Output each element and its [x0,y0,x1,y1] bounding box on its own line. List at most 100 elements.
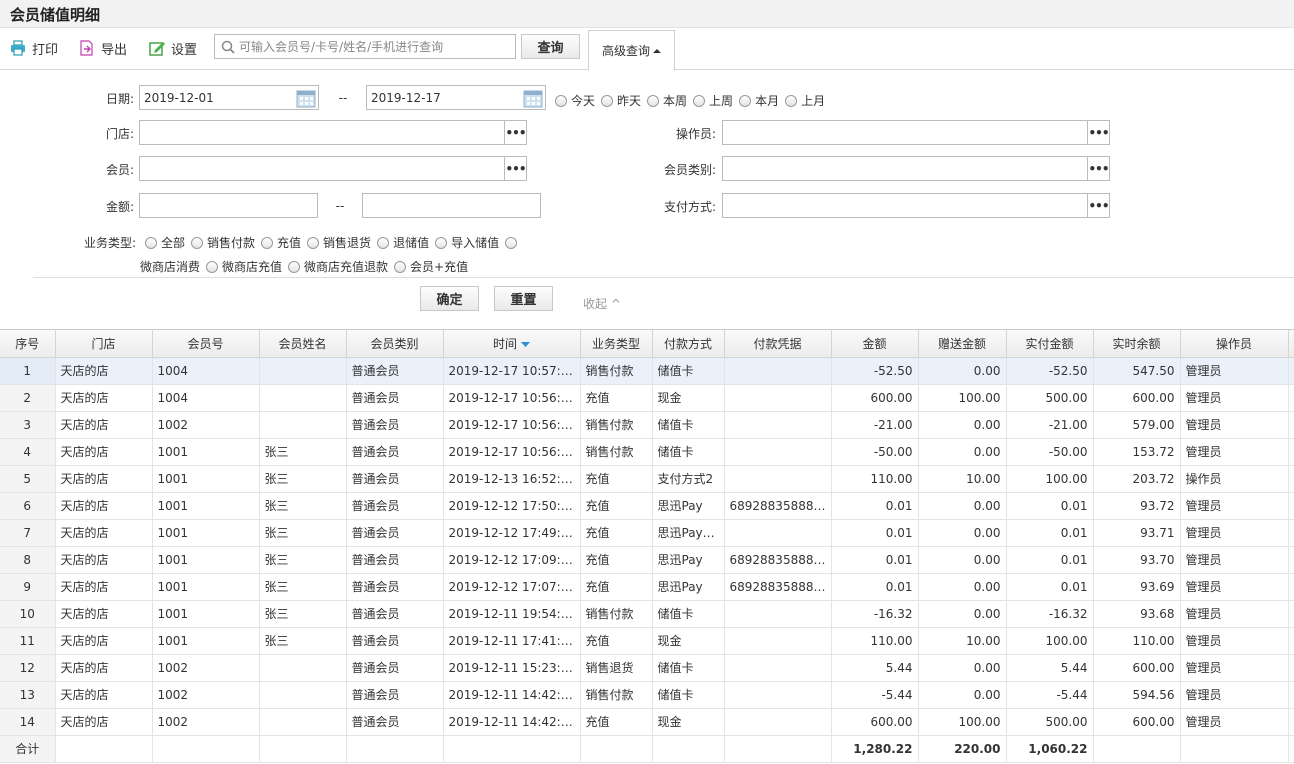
table-cell: 2019-12-11 17:41:53 [443,627,581,655]
table-cell: 现金 [652,627,725,655]
table-cell: 1,060.22 [1006,735,1094,763]
table-total-row[interactable]: 合计 1,280.22 220.00 1,060.22 [0,735,1294,763]
column-header[interactable]: 序号 [0,330,56,358]
table-row[interactable]: 13 天店的店 1002 普通会员 2019-12-11 14:42:10 销售付款 储值卡… [0,681,1294,709]
title-bar: 会员储值明细 [0,0,1294,28]
table-cell: 0.01 [831,519,919,547]
search-input[interactable] [239,39,515,54]
table-row[interactable]: 10 天店的店 1001 张三 普通会员 2019-12-11 19:54:20 销售付款储… [0,600,1294,628]
biz-type-all[interactable]: 全部 [145,234,185,251]
date-separator: -- [338,91,348,105]
table-cell [346,735,444,763]
table-cell: 充值 [580,519,653,547]
column-header[interactable]: 业务类型 [580,330,653,358]
quick-date-today[interactable]: 今天 [555,92,595,109]
table-row[interactable]: 3 天店的店 1002 普通会员 2019-12-17 10:56:21 销售付款 储值卡 -… [0,411,1294,439]
table-cell: 0.01 [831,573,919,601]
payment-method-picker-button[interactable]: ••• [1087,193,1110,218]
column-header[interactable]: 付款方式 [652,330,725,358]
operator-input[interactable] [722,120,1088,145]
date-from-value: 2019-12-01 [144,90,214,105]
table-cell: 7 [0,519,56,547]
reset-button[interactable]: 重置 [494,286,553,311]
quick-date-last-month[interactable]: 上月 [785,92,825,109]
table-cell [652,735,725,763]
table-cell: -21.00 [1006,411,1094,439]
settings-button[interactable]: 设置 [149,38,197,58]
sort-desc-icon[interactable] [521,341,530,348]
table-cell: 0.01 [1006,573,1094,601]
payment-method-input[interactable] [722,193,1088,218]
biz-type-wechat-recharge-refund[interactable]: 微商店充值退款 [288,258,388,275]
biz-type-refund-stored[interactable]: 退储值 [377,234,429,251]
quick-date-yesterday[interactable]: 昨天 [601,92,641,109]
table-row[interactable]: 7 天店的店 1001 张三 普通会员 2019-12-12 17:49:58 充值 思迅Pa… [0,519,1294,547]
table-cell: 普通会员 [346,573,444,601]
table-cell: 普通会员 [346,357,444,385]
member-type-input[interactable] [722,156,1088,181]
column-header[interactable]: 时间 [443,330,581,358]
calendar-icon[interactable] [523,88,543,108]
table-cell: 1004 [152,384,260,412]
amount-from-input[interactable] [139,193,318,218]
date-from-input[interactable]: 2019-12-01 [139,85,319,110]
table-row[interactable]: 5 天店的店 1001 张三 普通会员 2019-12-13 16:52:39 充值 支付方式… [0,465,1294,493]
confirm-button[interactable]: 确定 [420,286,479,311]
column-header[interactable]: 会员号 [152,330,260,358]
member-type-picker-button[interactable]: ••• [1087,156,1110,181]
column-header[interactable]: 实时余额 [1093,330,1181,358]
member-picker-button[interactable]: ••• [504,156,527,181]
table-row[interactable]: 6 天店的店 1001 张三 普通会员 2019-12-12 17:50:39 充值 思迅Pa… [0,492,1294,520]
table-cell: 1002 [152,681,260,709]
table-cell: 管理员 [1180,708,1289,736]
amount-separator: -- [335,199,345,213]
column-header[interactable]: 赠送金额 [918,330,1007,358]
quick-date-this-month[interactable]: 本月 [739,92,779,109]
table-row[interactable]: 8 天店的店 1001 张三 普通会员 2019-12-12 17:09:53 充值 思迅Pa… [0,546,1294,574]
amount-to-input[interactable] [362,193,541,218]
biz-type-sale-return[interactable]: 销售退货 [307,234,371,251]
table-cell: 10.00 [918,465,1007,493]
table-row[interactable]: 12 天店的店 1002 普通会员 2019-12-11 15:23:26 销售退货 储值卡… [0,654,1294,682]
table-row[interactable]: 9 天店的店 1001 张三 普通会员 2019-12-12 17:07:50 充值 思迅Pa… [0,573,1294,601]
export-button[interactable]: 导出 [79,38,127,58]
table-row[interactable]: 4 天店的店 1001 张三 普通会员 2019-12-17 10:56:07 销售付款 储值… [0,438,1294,466]
quick-date-last-week[interactable]: 上周 [693,92,733,109]
column-header[interactable]: 会员类别 [346,330,444,358]
column-header[interactable]: 会员姓名 [259,330,347,358]
column-header[interactable]: 付款凭据 [724,330,832,358]
advanced-query-tab[interactable]: 高级查询 [588,30,675,71]
biz-type-recharge[interactable]: 充值 [261,234,301,251]
collapse-link[interactable]: 收起 ^ [583,295,621,312]
store-picker-button[interactable]: ••• [504,120,527,145]
biz-type-wechat-consume[interactable] [505,236,521,249]
column-header[interactable]: 实付金额 [1006,330,1094,358]
column-header[interactable]: 操作员 [1180,330,1289,358]
table-row[interactable]: 2 天店的店 1004 普通会员 2019-12-17 10:56:58 充值 现金 600.… [0,384,1294,412]
table-row[interactable]: 1 天店的店 1004 普通会员 2019-12-17 10:57:01 销售付款 储值卡 -… [0,357,1294,385]
table-cell: 10.00 [918,627,1007,655]
biz-type-label-text: 全部 [161,236,186,250]
table-cell: 普通会员 [346,465,444,493]
column-header[interactable]: 金额 [831,330,919,358]
table-row[interactable]: 11 天店的店 1001 张三 普通会员 2019-12-11 17:41:53 充值 现金 1… [0,627,1294,655]
biz-type-sale-payment[interactable]: 销售付款 [191,234,255,251]
biz-type-wechat-consume-label[interactable]: 微商店消费 [140,258,200,275]
table-cell: 2019-12-17 10:56:21 [443,411,581,439]
member-input[interactable] [139,156,505,181]
biz-type-wechat-recharge[interactable]: 微商店充值 [206,258,282,275]
biz-type-import-stored[interactable]: 导入储值 [435,234,499,251]
calendar-icon[interactable] [296,88,316,108]
print-button[interactable]: 打印 [10,38,58,58]
radio-icon [739,94,752,107]
column-header[interactable]: 门店 [55,330,153,358]
store-input[interactable] [139,120,505,145]
query-button[interactable]: 查询 [521,34,580,59]
table-cell: 思迅Pay [652,546,725,574]
operator-picker-button[interactable]: ••• [1087,120,1110,145]
table-cell [724,519,832,547]
date-to-input[interactable]: 2019-12-17 [366,85,546,110]
biz-type-member-plus-recharge[interactable]: 会员+充值 [394,258,468,275]
table-row[interactable]: 14 天店的店 1002 普通会员 2019-12-11 14:42:01 充值 现金 600… [0,708,1294,736]
quick-date-this-week[interactable]: 本周 [647,92,687,109]
